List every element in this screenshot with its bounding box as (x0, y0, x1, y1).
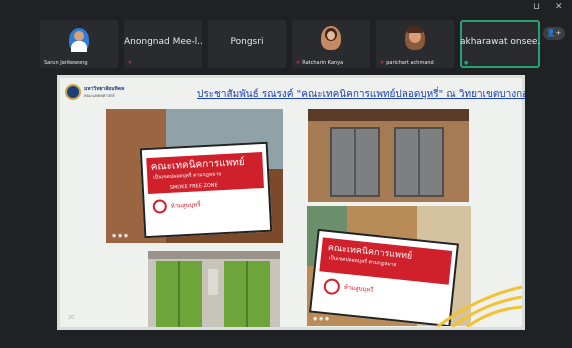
window-top-bar: ⊔ ✕ (0, 0, 572, 16)
participant-name: Pongsri (230, 37, 264, 47)
sign-tag: ห้ามสูบบุหรี่ (170, 201, 201, 210)
mic-icon: ● (464, 60, 469, 66)
university-logo (65, 84, 81, 100)
participant-tile-active[interactable]: akharawat onsee... ● (460, 20, 540, 68)
participant-tile[interactable]: Pongsri (208, 20, 286, 68)
participant-name: Anongnad Mee-l... (124, 37, 202, 47)
participant-name: ✕ Ratcharin Kanya (296, 60, 344, 66)
participant-tile[interactable]: Sarun Jarikewong (40, 20, 118, 68)
participant-tile[interactable]: ✕ Ratcharin Kanya (292, 20, 370, 68)
photo-caption-icons: ◉ ◉ ◉ (313, 316, 330, 322)
muted-mic-icon: ✕ (296, 60, 301, 66)
participant-avatar (321, 26, 341, 50)
no-smoking-icon (152, 199, 168, 214)
muted-mic-icon: ✕ (128, 60, 133, 66)
photo-green-elevators (148, 251, 280, 327)
participant-name: Sarun Jarikewong (44, 60, 88, 66)
participant-tile[interactable]: ✕ parichart achmand (376, 20, 454, 68)
participant-tile[interactable]: Anongnad Mee-l... ✕ (124, 20, 202, 68)
participant-name: ✕ parichart achmand (380, 60, 434, 66)
restore-window-icon[interactable]: ⊔ (533, 2, 540, 12)
participant-avatar (69, 28, 89, 52)
participant-avatar (405, 26, 425, 50)
muted-mic-icon: ✕ (380, 60, 385, 66)
participant-strip: Sarun Jarikewong Anongnad Mee-l... ✕ Pon… (40, 20, 542, 70)
photo-elevators-lobby (308, 109, 469, 202)
sign-tag: ห้ามสูบบุหรี่ (343, 283, 374, 294)
institution-subname: คณะแพทยศาสตร์ (84, 93, 115, 98)
close-window-icon[interactable]: ✕ (555, 2, 563, 12)
photo-sign-entrance: คณะเทคนิคการแพทย์ เป็นเขตปลอดบุหรี่ ตามก… (106, 109, 283, 243)
slide-headline: ประชาสัมพันธ์ รณรงค์ "คณะเทคนิคการแพทย์ป… (197, 89, 525, 100)
slide-page-number: 20 (68, 315, 75, 321)
no-smoking-icon (323, 277, 341, 296)
shared-slide: มหาวิทยาลัยมหิดล คณะแพทยศาสตร์ ประชาสัมพ… (57, 75, 525, 330)
no-smoking-sign: คณะเทคนิคการแพทย์ เป็นเขตปลอดบุหรี่ ตามก… (139, 141, 273, 239)
participant-name: akharawat onsee... (460, 37, 540, 47)
person-plus-icon[interactable]: 👤+ (543, 27, 565, 40)
photo-caption-icons: ◉ ◉ ◉ (112, 233, 129, 239)
decorative-swoosh (436, 285, 522, 327)
